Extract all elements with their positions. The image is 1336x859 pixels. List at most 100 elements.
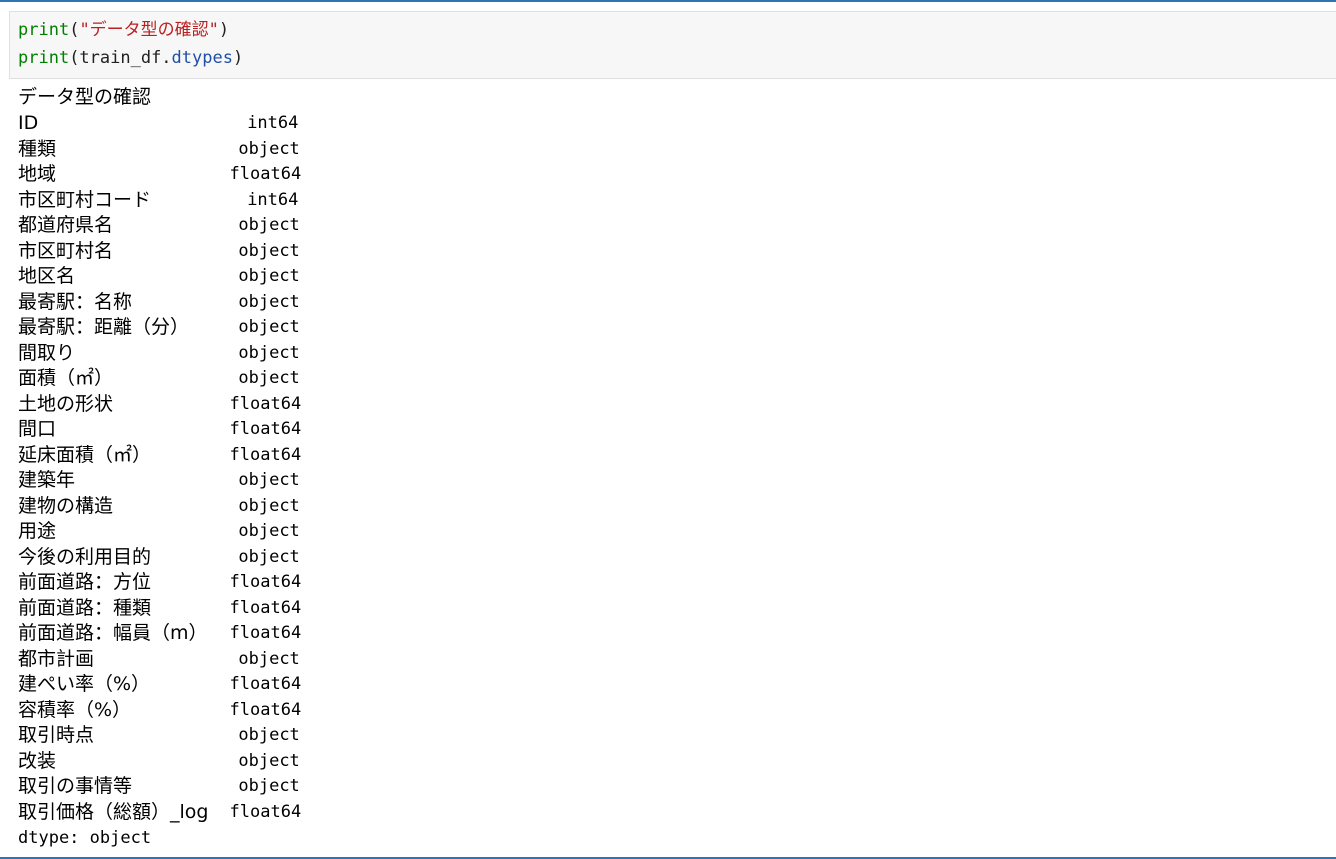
column-name: 地域 bbox=[18, 163, 57, 185]
column-name: 取引時点 bbox=[18, 724, 95, 746]
cell-output: データ型の確認 ID int64 種類 object 地域 float64 市区町村コード i… bbox=[18, 84, 301, 851]
dtype-row: 面積（㎡） object bbox=[18, 366, 300, 392]
dtype-row: 用途 object bbox=[18, 519, 300, 545]
column-dtype: object bbox=[238, 342, 300, 363]
column-name: 容積率（%） bbox=[18, 698, 132, 721]
column-dtype: object bbox=[238, 317, 300, 337]
column-dtype: object bbox=[238, 240, 300, 261]
dtype-row: 前面道路：種類 float64 bbox=[18, 596, 301, 622]
dtype-row: 間取り object bbox=[18, 341, 300, 367]
column-dtype: float64 bbox=[229, 572, 302, 592]
column-dtype: float64 bbox=[229, 674, 302, 694]
column-name: 間口 bbox=[18, 418, 57, 440]
column-name: 延床面積（㎡） bbox=[18, 443, 152, 466]
column-dtype: float64 bbox=[229, 699, 302, 720]
dtype-row: 土地の形状 float64 bbox=[18, 392, 301, 418]
column-name: ID bbox=[18, 112, 39, 134]
column-dtype: float64 bbox=[229, 419, 302, 439]
column-dtype: float64 bbox=[229, 597, 302, 618]
column-name: 最寄駅：名称 bbox=[18, 290, 133, 313]
code-paren: ) bbox=[232, 48, 244, 68]
column-name: 都道府県名 bbox=[18, 214, 114, 236]
dtype-row: ID int64 bbox=[18, 111, 298, 137]
column-dtype: object bbox=[238, 725, 300, 745]
column-name: 取引価格（総額）_log bbox=[18, 800, 209, 823]
code-function: print bbox=[18, 48, 70, 68]
notebook-cell[interactable]: print("データ型の確認") print(train_df.dtypes) … bbox=[0, 0, 1336, 859]
dtype-row: 前面道路：方位 float64 bbox=[18, 570, 301, 596]
column-dtype: int64 bbox=[247, 113, 299, 133]
dtype-list: ID int64 種類 object 地域 float64 市区町村コード int64 都道府県… bbox=[18, 111, 301, 826]
dtype-row: 建ぺい率（%） float64 bbox=[18, 672, 301, 698]
column-dtype: object bbox=[238, 215, 300, 235]
dtype-row: 改装 object bbox=[18, 749, 300, 775]
output-footer: dtype: object bbox=[18, 828, 152, 848]
column-name: 前面道路：種類 bbox=[18, 596, 152, 619]
column-name: 前面道路：方位 bbox=[18, 571, 152, 593]
dtype-row: 建築年 object bbox=[18, 468, 300, 494]
column-name: 市区町村名 bbox=[18, 239, 114, 262]
dtype-row: 取引価格（総額）_log float64 bbox=[18, 800, 301, 826]
column-dtype: object bbox=[238, 521, 300, 541]
column-dtype: object bbox=[238, 546, 300, 567]
column-dtype: float64 bbox=[229, 623, 302, 643]
column-name: 面積（㎡） bbox=[18, 367, 114, 389]
column-dtype: object bbox=[238, 750, 300, 771]
column-name: 市区町村コード bbox=[18, 188, 152, 211]
dtype-row: 最寄駅：距離（分） object bbox=[18, 315, 300, 341]
code-paren: ) bbox=[218, 20, 230, 40]
column-name: 建築年 bbox=[18, 469, 76, 491]
code-attribute: dtypes bbox=[171, 48, 233, 68]
column-name: 間取り bbox=[18, 341, 76, 364]
dtype-row: 地域 float64 bbox=[18, 162, 301, 188]
dtype-row: 都道府県名 object bbox=[18, 213, 300, 239]
code-expression: (train_df. bbox=[69, 48, 172, 68]
column-name: 用途 bbox=[18, 520, 57, 542]
column-dtype: object bbox=[238, 470, 300, 490]
column-dtype: object bbox=[238, 495, 300, 516]
column-name: 取引の事情等 bbox=[18, 775, 133, 797]
dtype-row: 延床面積（㎡） float64 bbox=[18, 443, 301, 469]
dtype-row: 今後の利用目的 object bbox=[18, 545, 300, 571]
code-line-1: print("データ型の確認") bbox=[18, 16, 1336, 44]
column-name: 種類 bbox=[18, 137, 57, 160]
dtype-row: 種類 object bbox=[18, 137, 300, 163]
dtype-row: 前面道路：幅員（m） float64 bbox=[18, 621, 301, 647]
code-function: print bbox=[18, 20, 70, 40]
column-name: 土地の形状 bbox=[18, 392, 114, 415]
code-line-2: print(train_df.dtypes) bbox=[18, 44, 1336, 72]
column-dtype: int64 bbox=[247, 189, 299, 210]
column-dtype: float64 bbox=[229, 393, 302, 414]
code-string: "データ型の確認" bbox=[79, 20, 219, 40]
column-dtype: object bbox=[238, 776, 300, 796]
column-dtype: float64 bbox=[229, 444, 302, 465]
column-name: 今後の利用目的 bbox=[18, 545, 152, 568]
dtype-row: 地区名 object bbox=[18, 264, 300, 290]
dtype-row: 最寄駅：名称 object bbox=[18, 290, 300, 316]
dtype-row: 間口 float64 bbox=[18, 417, 301, 443]
column-dtype: object bbox=[238, 266, 300, 286]
column-name: 都市計画 bbox=[18, 647, 95, 670]
column-name: 改装 bbox=[18, 749, 57, 772]
column-name: 最寄駅：距離（分） bbox=[18, 316, 190, 338]
output-header: データ型の確認 bbox=[18, 86, 152, 108]
dtype-row: 都市計画 object bbox=[18, 647, 300, 673]
column-dtype: object bbox=[238, 291, 300, 312]
code-paren: ( bbox=[69, 20, 80, 40]
column-name: 建ぺい率（%） bbox=[18, 673, 151, 695]
column-name: 地区名 bbox=[18, 265, 76, 287]
column-dtype: float64 bbox=[229, 164, 302, 184]
dtype-row: 市区町村コード int64 bbox=[18, 188, 298, 214]
column-name: 前面道路：幅員（m） bbox=[18, 622, 208, 644]
dtype-row: 建物の構造 object bbox=[18, 494, 300, 520]
column-dtype: object bbox=[238, 648, 300, 669]
code-input-area[interactable]: print("データ型の確認") print(train_df.dtypes) bbox=[9, 11, 1336, 79]
dtype-row: 市区町村名 object bbox=[18, 239, 300, 265]
column-dtype: object bbox=[238, 368, 300, 388]
dtype-row: 取引時点 object bbox=[18, 723, 300, 749]
dtype-row: 容積率（%） float64 bbox=[18, 698, 301, 724]
dtype-row: 取引の事情等 object bbox=[18, 774, 300, 800]
column-dtype: object bbox=[238, 138, 300, 159]
column-dtype: float64 bbox=[229, 801, 302, 822]
column-name: 建物の構造 bbox=[18, 494, 114, 517]
